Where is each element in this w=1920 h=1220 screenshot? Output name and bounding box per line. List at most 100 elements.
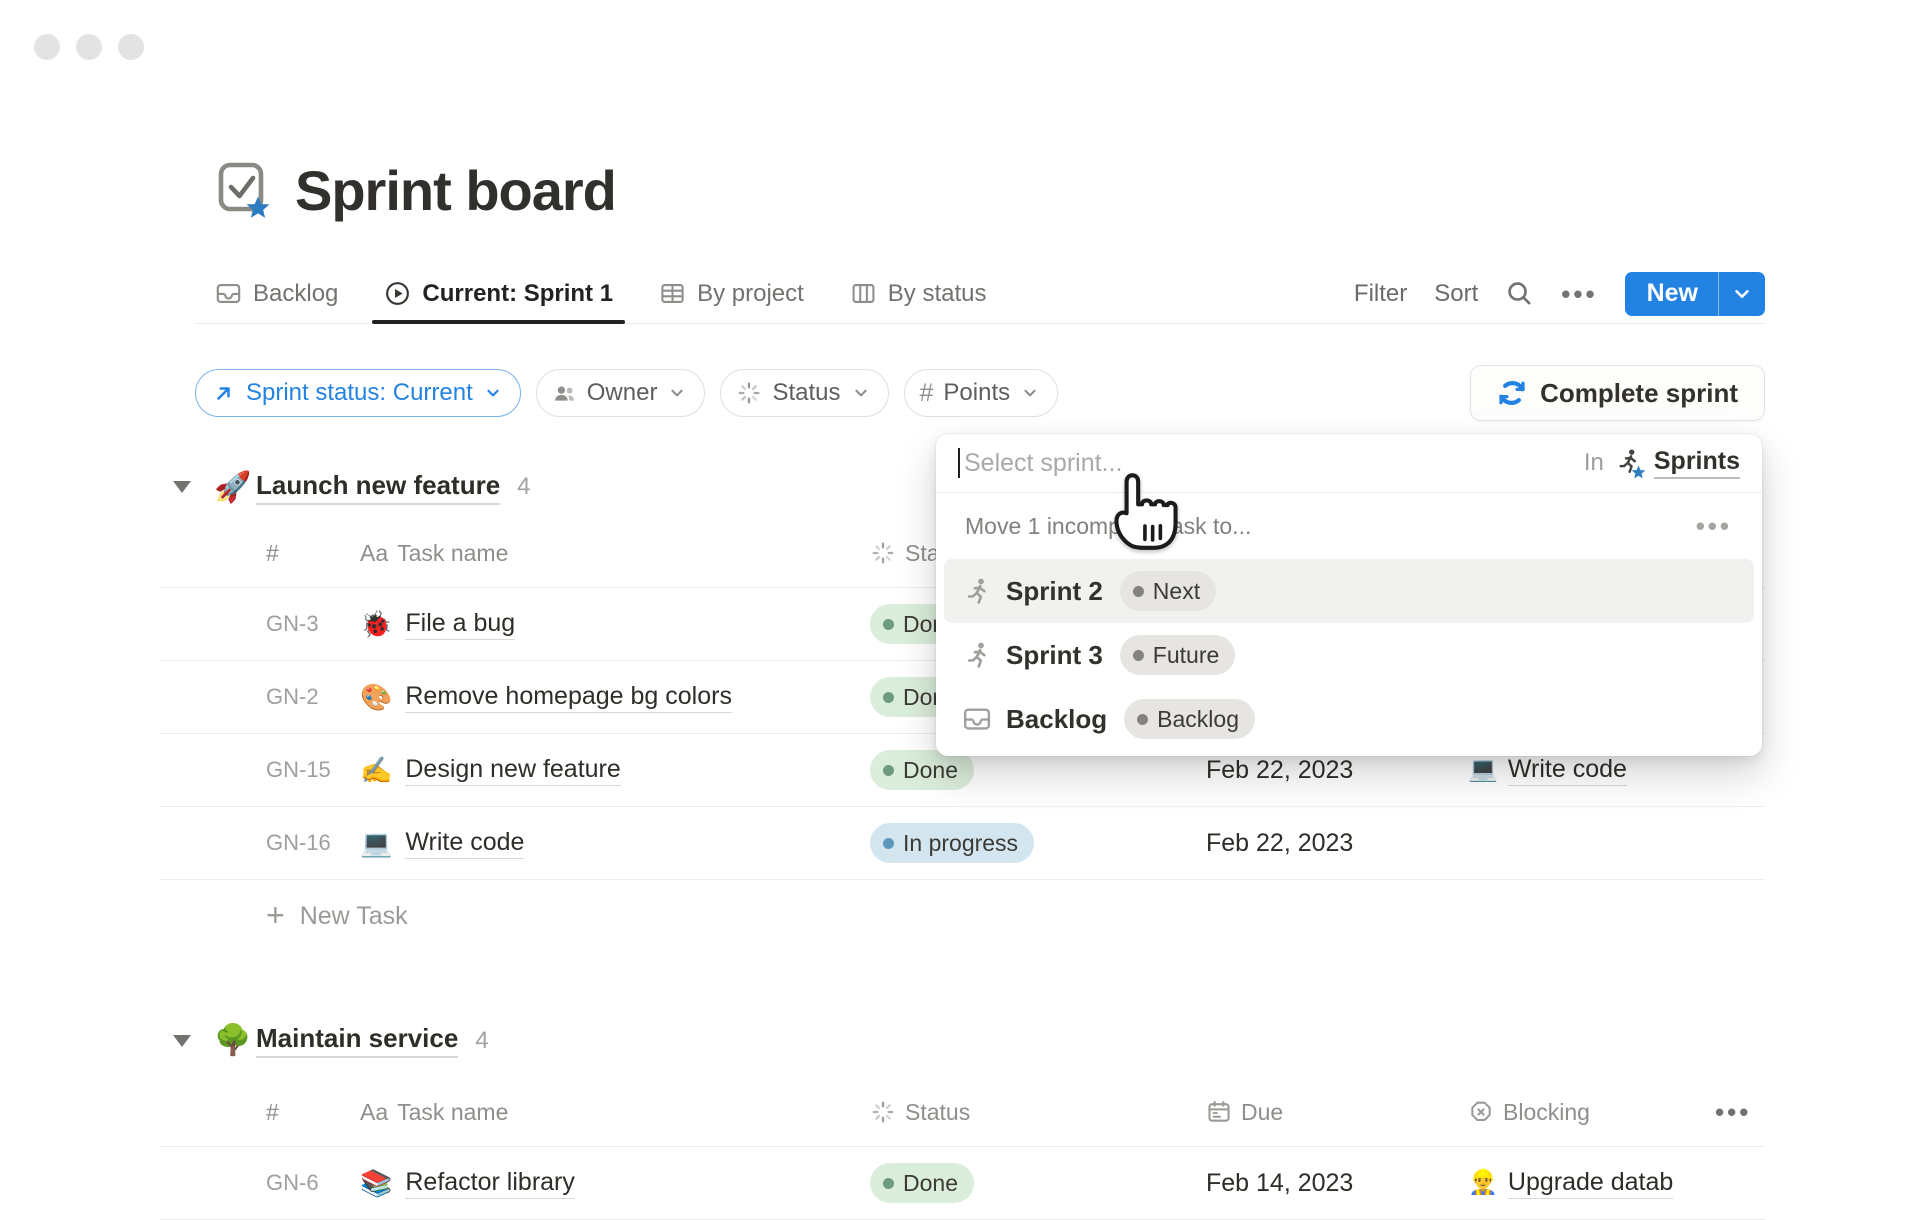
- blocking-cell[interactable]: 💻Write code: [1460, 755, 1700, 786]
- task-id: GN-6: [160, 1170, 360, 1196]
- text-type-icon: Aa: [360, 1099, 388, 1126]
- more-options-icon[interactable]: •••: [1561, 281, 1597, 307]
- complete-sprint-button[interactable]: Complete sprint: [1470, 365, 1765, 421]
- column-due[interactable]: Due: [1200, 1099, 1460, 1126]
- task-id: GN-15: [160, 757, 360, 783]
- chevron-down-icon[interactable]: [1719, 272, 1765, 316]
- task-name-link[interactable]: Design new feature: [405, 755, 620, 786]
- group-maintain-service: 🌳 Maintain service 4 # Aa Task name Stat…: [160, 1003, 1765, 1220]
- runner-icon: [962, 640, 996, 670]
- status-spinner-icon: [870, 540, 896, 566]
- chevron-down-icon: [483, 383, 503, 403]
- group-title[interactable]: Maintain service: [256, 1023, 458, 1058]
- column-task-name[interactable]: Aa Task name: [360, 540, 870, 567]
- group-emoji: 🚀: [214, 470, 252, 505]
- tab-current-sprint[interactable]: Current: Sprint 1: [372, 264, 625, 323]
- task-emoji: 💻: [360, 830, 392, 856]
- inbox-icon: [215, 280, 242, 307]
- sprint-status-badge: Backlog: [1124, 699, 1255, 739]
- task-name-link[interactable]: Refactor library: [405, 1168, 575, 1199]
- task-emoji: ✍️: [360, 757, 392, 783]
- group-count: 4: [517, 473, 530, 501]
- task-emoji: 🐞: [360, 611, 392, 637]
- filter-button[interactable]: Filter: [1354, 280, 1407, 308]
- task-name-link[interactable]: File a bug: [405, 609, 515, 640]
- table-header-row: # Aa Task name Status Due Blocking •••: [160, 1078, 1765, 1147]
- column-blocking[interactable]: Blocking: [1460, 1099, 1700, 1126]
- page-title: Sprint board: [295, 158, 616, 223]
- board-columns-icon: [850, 280, 877, 307]
- blocking-icon: [1468, 1099, 1494, 1125]
- group-toggle-icon[interactable]: [173, 1035, 191, 1047]
- task-emoji: 📚: [360, 1170, 392, 1196]
- calendar-icon: [1206, 1099, 1232, 1125]
- column-task-name[interactable]: Aa Task name: [360, 1099, 870, 1126]
- option-sprint-3[interactable]: Sprint 3 Future: [944, 623, 1754, 687]
- due-date[interactable]: Feb 14, 2023: [1200, 1169, 1460, 1198]
- column-status[interactable]: Status: [870, 1099, 1200, 1126]
- chevron-down-icon: [1020, 383, 1040, 403]
- chevron-down-icon: [851, 383, 871, 403]
- sprint-status-badge: Next: [1120, 571, 1216, 611]
- chip-points[interactable]: # Points: [904, 369, 1059, 417]
- play-circle-icon: [384, 280, 411, 307]
- inbox-icon: [962, 704, 996, 734]
- tab-by-status[interactable]: By status: [838, 264, 999, 323]
- status-badge[interactable]: In progress: [870, 823, 1034, 863]
- table-icon: [659, 280, 686, 307]
- status-badge[interactable]: Done: [870, 1163, 974, 1203]
- blocking-cell[interactable]: [1460, 842, 1700, 844]
- window-zoom-button[interactable]: [118, 34, 144, 60]
- status-spinner-icon: [870, 1099, 896, 1125]
- sprint-search-input[interactable]: Select sprint...: [964, 449, 1122, 478]
- chip-sprint-status[interactable]: Sprint status: Current: [195, 369, 521, 417]
- group-count: 4: [475, 1027, 488, 1055]
- task-emoji: 🎨: [360, 684, 392, 710]
- sprints-database-icon: [1614, 447, 1644, 479]
- blocking-cell[interactable]: 👷‍♂️Upgrade datab: [1460, 1168, 1700, 1199]
- runner-icon: [962, 576, 996, 606]
- sprints-database-link[interactable]: Sprints: [1654, 447, 1740, 479]
- group-toggle-icon[interactable]: [173, 481, 191, 493]
- sprint-status-badge: Future: [1120, 635, 1235, 675]
- move-sprint-popup: Select sprint... In Sprints Move 1 incom…: [936, 434, 1762, 756]
- due-date[interactable]: Feb 22, 2023: [1200, 829, 1460, 858]
- task-id: GN-16: [160, 830, 360, 856]
- hand-cursor: [1102, 462, 1184, 559]
- text-caret: [958, 448, 960, 478]
- window-close-button[interactable]: [34, 34, 60, 60]
- task-id: GN-2: [160, 684, 360, 710]
- popup-more-icon[interactable]: •••: [1696, 513, 1732, 539]
- text-type-icon: Aa: [360, 540, 388, 567]
- table-row[interactable]: GN-6 📚 Refactor library Done Feb 14, 202…: [160, 1147, 1765, 1220]
- task-name-link[interactable]: Remove homepage bg colors: [405, 682, 732, 713]
- column-id[interactable]: #: [160, 1099, 360, 1126]
- cycle-icon: [1497, 378, 1527, 408]
- task-name-link[interactable]: Write code: [405, 828, 524, 859]
- people-icon: [552, 381, 577, 406]
- view-tab-bar: Backlog Current: Sprint 1 By project By …: [195, 264, 1765, 324]
- tab-backlog[interactable]: Backlog: [203, 264, 350, 323]
- group-title[interactable]: Launch new feature: [256, 470, 500, 505]
- table-row[interactable]: GN-16 💻 Write code In progress Feb 22, 2…: [160, 807, 1765, 880]
- arrow-up-right-icon: [211, 381, 236, 406]
- page-icon-checkbox-star[interactable]: [215, 159, 273, 223]
- chevron-down-icon: [667, 383, 687, 403]
- chip-status[interactable]: Status: [720, 369, 888, 417]
- search-icon[interactable]: [1505, 279, 1534, 308]
- column-id[interactable]: #: [160, 540, 360, 567]
- new-task-button[interactable]: + New Task: [160, 880, 1765, 953]
- new-button[interactable]: New: [1625, 272, 1765, 316]
- sort-button[interactable]: Sort: [1434, 280, 1478, 308]
- column-more-icon[interactable]: •••: [1700, 1099, 1765, 1125]
- window-controls: [34, 34, 144, 60]
- option-sprint-2[interactable]: Sprint 2 Next: [944, 559, 1754, 623]
- due-date[interactable]: Feb 22, 2023: [1200, 756, 1460, 785]
- option-backlog[interactable]: Backlog Backlog: [944, 687, 1754, 751]
- tab-by-project[interactable]: By project: [647, 264, 816, 323]
- window-minimize-button[interactable]: [76, 34, 102, 60]
- chip-owner[interactable]: Owner: [536, 369, 706, 417]
- task-id: GN-3: [160, 611, 360, 637]
- sprint-search-row[interactable]: Select sprint... In Sprints: [936, 434, 1762, 493]
- status-spinner-icon: [736, 380, 762, 406]
